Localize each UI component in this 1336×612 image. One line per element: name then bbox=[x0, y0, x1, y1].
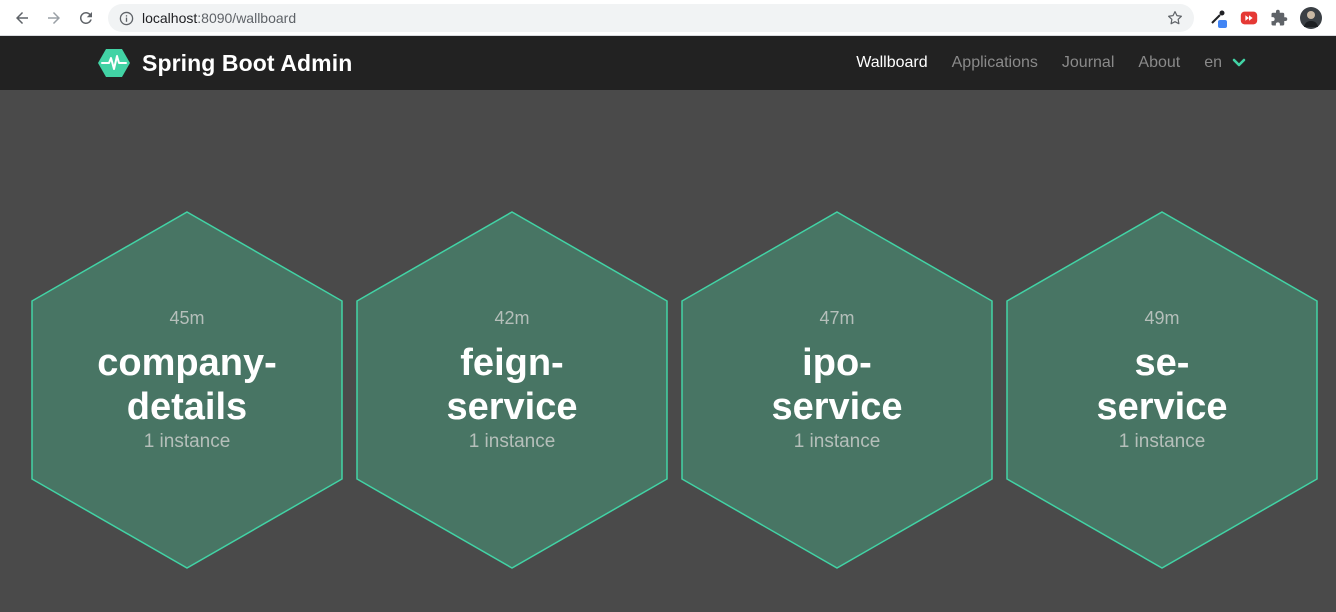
app-title: Spring Boot Admin bbox=[142, 49, 353, 76]
extensions-puzzle-icon[interactable] bbox=[1268, 7, 1290, 29]
application-name-line: ipo- bbox=[802, 342, 872, 384]
application-name: feign- service bbox=[392, 341, 632, 429]
chevron-down-icon bbox=[1232, 58, 1246, 67]
brand[interactable]: Spring Boot Admin bbox=[98, 47, 352, 79]
eyedropper-extension-icon[interactable] bbox=[1208, 7, 1230, 29]
profile-avatar[interactable] bbox=[1300, 7, 1322, 29]
application-uptime: 49m bbox=[1144, 308, 1180, 328]
application-name-line: company- bbox=[97, 342, 277, 384]
nav-wallboard[interactable]: Wallboard bbox=[856, 54, 927, 72]
bookmark-star-icon[interactable] bbox=[1166, 9, 1184, 27]
application-hexagon[interactable]: 45m company- details 1 instance bbox=[31, 211, 343, 569]
url-text: localhost:8090/wallboard bbox=[142, 10, 296, 26]
reload-icon[interactable] bbox=[74, 6, 98, 30]
nav-journal[interactable]: Journal bbox=[1062, 54, 1114, 72]
instance-count: 1 instance bbox=[143, 431, 231, 452]
application-uptime: 42m bbox=[494, 308, 530, 328]
url-host: localhost bbox=[142, 10, 198, 26]
back-arrow-icon[interactable] bbox=[10, 6, 34, 30]
browser-toolbar: localhost:8090/wallboard bbox=[0, 0, 1336, 36]
application-uptime: 45m bbox=[169, 308, 205, 328]
forward-arrow-icon[interactable] bbox=[42, 6, 66, 30]
site-info-icon[interactable] bbox=[118, 10, 134, 26]
app-navbar: Spring Boot Admin Wallboard Applications… bbox=[0, 36, 1336, 90]
application-name: company- details bbox=[67, 341, 307, 429]
instance-count: 1 instance bbox=[468, 431, 556, 452]
youtube-extension-icon[interactable] bbox=[1238, 7, 1260, 29]
instance-count: 1 instance bbox=[1118, 431, 1206, 452]
instance-count: 1 instance bbox=[793, 431, 881, 452]
address-bar[interactable]: localhost:8090/wallboard bbox=[108, 4, 1194, 32]
nav-applications[interactable]: Applications bbox=[952, 54, 1038, 72]
application-hexagon[interactable]: 49m se- service 1 instance bbox=[1006, 211, 1318, 569]
application-name-line: details bbox=[126, 386, 248, 428]
spring-boot-admin-logo-icon bbox=[98, 49, 130, 77]
application-name-line: service bbox=[1096, 386, 1228, 428]
application-name-line: feign- bbox=[460, 342, 564, 384]
application-name-line: service bbox=[771, 386, 903, 428]
application-name: se- service bbox=[1042, 341, 1282, 429]
application-hexagon[interactable]: 42m feign- service 1 instance bbox=[356, 211, 668, 569]
application-uptime: 47m bbox=[819, 308, 855, 328]
application-name-line: se- bbox=[1134, 342, 1190, 384]
language-label: en bbox=[1204, 54, 1222, 71]
url-path: :8090/wallboard bbox=[197, 10, 297, 26]
wallboard: 45m company- details 1 instance 42m feig… bbox=[0, 90, 1336, 612]
application-hexagon[interactable]: 47m ipo- service 1 instance bbox=[681, 211, 993, 569]
language-dropdown[interactable]: en bbox=[1204, 54, 1246, 72]
nav-about[interactable]: About bbox=[1138, 54, 1180, 72]
application-name: ipo- service bbox=[717, 341, 957, 429]
application-name-line: service bbox=[446, 386, 578, 428]
main-nav: Wallboard Applications Journal About en bbox=[832, 36, 1246, 90]
